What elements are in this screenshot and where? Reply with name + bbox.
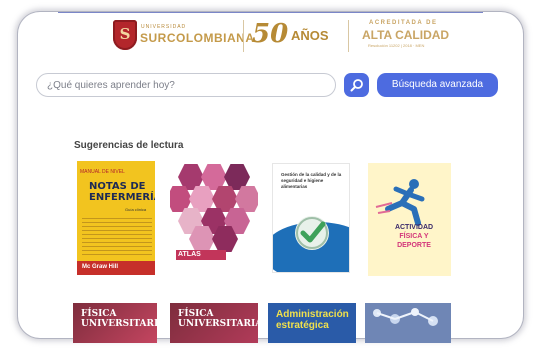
book-cover-fisica-universitaria[interactable]: FÍSICA UNIVERSITARIA: [73, 303, 157, 343]
book-publisher-band: Mc Graw Hill: [77, 261, 155, 275]
book-subtitle: Guía clínica: [125, 207, 147, 212]
book-author-line: MANUAL DE NIVEL: [80, 169, 125, 175]
accreditation-top: ACREDITADA DE: [369, 20, 438, 26]
book-cover-administracion-estrategica[interactable]: Administración estratégica: [268, 303, 356, 343]
book-cover-gestion-calidad[interactable]: Gestión de la calidad y de la seguridad …: [272, 163, 350, 273]
book-cover-notas-enfermeria[interactable]: MANUAL DE NIVEL NOTAS DE ENFERMERÍA Guía…: [77, 161, 155, 275]
advanced-search-button[interactable]: Búsqueda avanzada: [377, 73, 498, 97]
top-border: [58, 12, 483, 13]
anniversary-number: 50: [252, 19, 289, 49]
checkmark-icon: [295, 216, 329, 250]
book-cover-actividad-fisica[interactable]: ACTIVIDAD FÍSICA Y DEPORTE: [368, 163, 451, 276]
search-button[interactable]: [344, 73, 369, 97]
anniversary-word: AÑOS: [291, 28, 329, 43]
university-prefix: UNIVERSIDAD: [141, 24, 187, 30]
molecule-pattern-icon: [373, 308, 438, 326]
search-icon: [350, 79, 363, 92]
header-divider: [348, 20, 349, 52]
book-title: ATLAS HISTOLOGÍA: [176, 250, 226, 268]
header-divider: [243, 20, 244, 52]
book-cover-molecules[interactable]: [365, 303, 451, 343]
book-title: ACTIVIDAD FÍSICA Y DEPORTE: [394, 224, 434, 249]
university-shield-logo: S: [113, 20, 137, 50]
runner-icon: [375, 179, 425, 226]
book-contents-pattern: [82, 215, 152, 257]
accreditation-main: ALTA CALIDAD: [362, 28, 450, 42]
university-name: SURCOLOMBIANA: [140, 31, 255, 45]
book-cover-fisica-universitaria[interactable]: FÍSICA UNIVERSITARIA: [170, 303, 258, 343]
book-cover-atlas-histologia[interactable]: ATLAS HISTOLOGÍA: [170, 160, 258, 270]
book-title: NOTAS DE ENFERMERÍA: [89, 181, 155, 203]
book-title: Gestión de la calidad y de la seguridad …: [281, 172, 342, 189]
suggestions-title: Sugerencias de lectura: [74, 140, 184, 151]
accreditation-resolution: Resolución 11202 | 2018 · MEN: [368, 43, 425, 48]
search-input[interactable]: [36, 73, 336, 97]
